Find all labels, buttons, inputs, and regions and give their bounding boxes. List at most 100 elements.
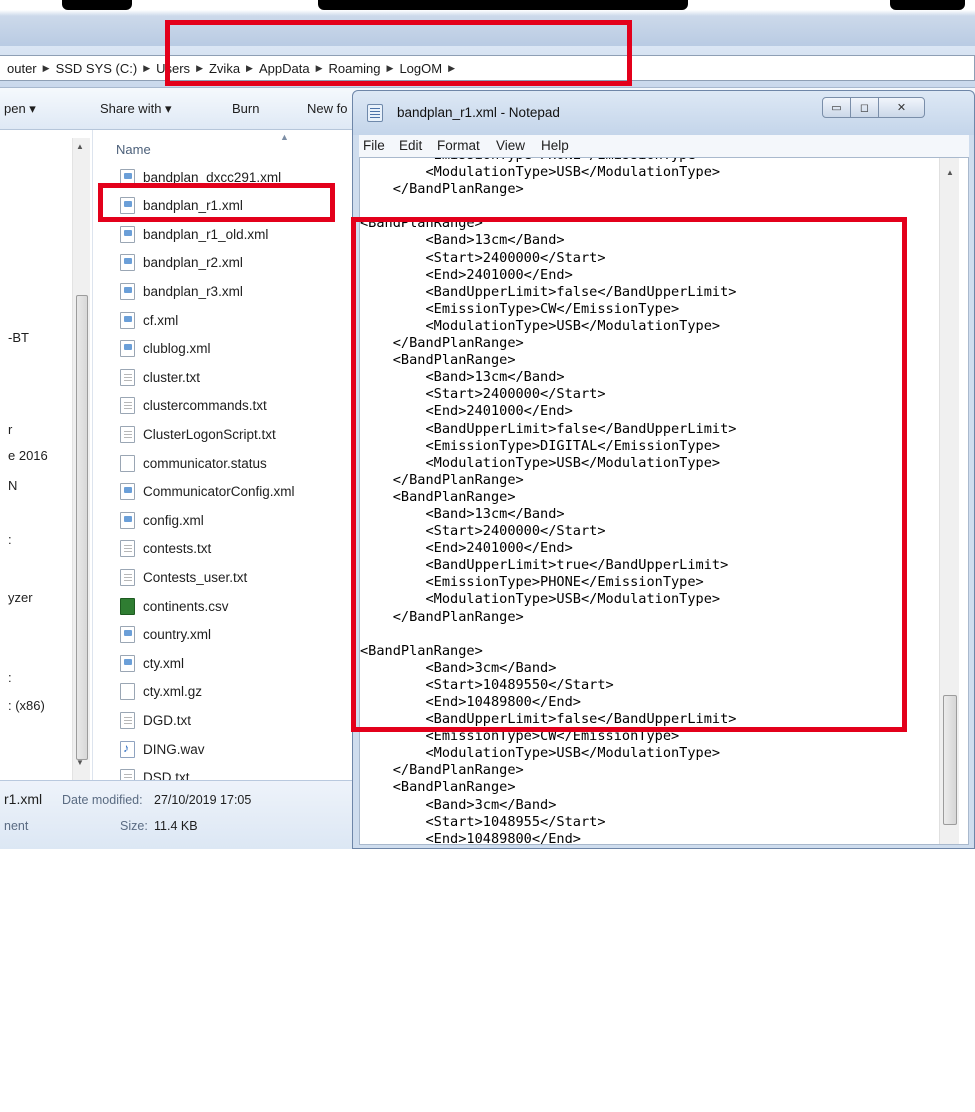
xml-line: </BandPlanRange>	[360, 608, 524, 625]
notepad-window: bandplan_r1.xml - Notepad ▭ ◻ ✕ File Edi…	[352, 90, 975, 849]
text-file-icon	[120, 568, 135, 586]
file-list: ▲ Name bandplan_dxcc291.xml bandplan_r1.x…	[94, 130, 360, 780]
nav-item[interactable]: e 2016	[8, 448, 48, 463]
date-modified-label: Date modified:	[62, 793, 143, 807]
burn-button[interactable]: Burn	[232, 101, 259, 116]
xml-content[interactable]: <EmissionType>PHONE</EmissionType> <Modu…	[360, 158, 938, 845]
xml-line: <ModulationType>USB</ModulationType>	[360, 317, 721, 334]
menu-view[interactable]: View	[496, 138, 525, 153]
breadcrumb-logom[interactable]: LogOM	[399, 61, 442, 76]
scroll-up-arrow-icon[interactable]: ▲	[946, 168, 954, 177]
file-list-item[interactable]: continents.csv	[120, 594, 356, 618]
window-title-band	[0, 0, 975, 46]
file-list-item[interactable]: bandplan_r2.xml	[120, 251, 356, 275]
file-name: cf.xml	[143, 312, 179, 328]
breadcrumb-appdata[interactable]: AppData	[259, 61, 310, 76]
file-name: DING.wav	[143, 741, 205, 757]
details-type-partial: nent	[4, 819, 29, 833]
xml-line: <BandUpperLimit>false</BandUpperLimit>	[360, 711, 737, 728]
sort-ascending-icon: ▲	[280, 132, 289, 142]
new-folder-button[interactable]: New fo	[307, 101, 347, 116]
breadcrumb[interactable]: outer ▶ SSD SYS (C:) ▶ Users ▶ Zvika ▶ A…	[0, 55, 975, 81]
file-list-item[interactable]: config.xml	[120, 508, 356, 532]
file-list-item[interactable]: Contests_user.txt	[120, 565, 356, 589]
xml-line: <Band>13cm</Band>	[360, 369, 565, 386]
xml-line: <BandPlanRange>	[360, 779, 516, 796]
breadcrumb-separator-icon[interactable]: ▶	[196, 63, 203, 74]
breadcrumb-roaming[interactable]: Roaming	[328, 61, 380, 76]
file-list-item[interactable]: bandplan_dxcc291.xml	[120, 165, 356, 189]
xml-line: <End>10489800</End>	[360, 830, 581, 845]
nav-scrollbar-thumb[interactable]	[76, 295, 88, 760]
menu-file[interactable]: File	[363, 138, 385, 153]
breadcrumb-computer[interactable]: outer	[7, 61, 37, 76]
file-list-item[interactable]: cty.xml	[120, 651, 356, 675]
menu-help[interactable]: Help	[541, 138, 569, 153]
file-list-item[interactable]: clublog.xml	[120, 337, 356, 361]
size-value: 11.4 KB	[154, 819, 198, 833]
breadcrumb-separator-icon[interactable]: ▶	[246, 63, 253, 74]
breadcrumb-users[interactable]: Users	[156, 61, 190, 76]
breadcrumb-separator-icon[interactable]: ▶	[387, 63, 394, 74]
close-button[interactable]: ✕	[878, 97, 925, 118]
generic-file-icon	[120, 683, 135, 701]
file-list-item[interactable]: bandplan_r1.xml	[120, 194, 356, 218]
nav-item[interactable]: : (x86)	[8, 698, 45, 713]
nav-item[interactable]: yzer	[8, 590, 33, 605]
xml-line: <Band>3cm</Band>	[360, 659, 557, 676]
xml-line: <Band>13cm</Band>	[360, 232, 565, 249]
breadcrumb-separator-icon[interactable]: ▶	[43, 63, 50, 74]
file-list-item[interactable]: cf.xml	[120, 308, 356, 332]
file-list-item[interactable]: bandplan_r3.xml	[120, 279, 356, 303]
open-button[interactable]: pen ▾	[4, 101, 36, 117]
xml-line: <Start>2400000</Start>	[360, 386, 606, 403]
share-with-button[interactable]: Share with ▾	[100, 101, 172, 117]
notepad-icon	[367, 104, 383, 122]
name-column-header[interactable]: Name	[116, 142, 151, 157]
text-file-icon	[120, 397, 135, 415]
file-list-item[interactable]: cluster.txt	[120, 365, 356, 389]
breadcrumb-separator-icon[interactable]: ▶	[448, 63, 455, 74]
file-list-item[interactable]: bandplan_r1_old.xml	[120, 222, 356, 246]
file-list-item[interactable]: communicator.status	[120, 451, 356, 475]
file-list-item[interactable]: CommunicatorConfig.xml	[120, 480, 356, 504]
nav-item[interactable]: :	[8, 532, 12, 547]
file-list-item[interactable]: DSD.txt	[120, 766, 356, 780]
xml-line: <EmissionType>PHONE</EmissionType>	[360, 158, 938, 164]
breadcrumb-drive[interactable]: SSD SYS (C:)	[56, 61, 138, 76]
file-list-item[interactable]: country.xml	[120, 623, 356, 647]
xml-line: <BandUpperLimit>false</BandUpperLimit>	[360, 420, 737, 437]
minimize-button[interactable]: ▭	[822, 97, 851, 118]
file-list-item[interactable]: contests.txt	[120, 537, 356, 561]
file-list-item[interactable]: cty.xml.gz	[120, 680, 356, 704]
breadcrumb-separator-icon[interactable]: ▶	[316, 63, 323, 74]
notepad-scrollbar-thumb[interactable]	[943, 695, 957, 825]
file-list-item[interactable]: ClusterLogonScript.txt	[120, 422, 356, 446]
maximize-button[interactable]: ◻	[850, 97, 879, 118]
xml-line: <Band>13cm</Band>	[360, 505, 565, 522]
notepad-scrollbar[interactable]: ▲	[939, 158, 959, 844]
nav-item[interactable]: r	[8, 422, 12, 437]
title-art-fragment	[318, 0, 688, 10]
xml-file-icon	[120, 511, 135, 529]
title-art-fragment	[62, 0, 132, 10]
menu-format[interactable]: Format	[437, 138, 480, 153]
notepad-title-bar[interactable]: bandplan_r1.xml - Notepad ▭ ◻ ✕	[353, 91, 974, 135]
file-list-item[interactable]: clustercommands.txt	[120, 394, 356, 418]
file-name: Contests_user.txt	[143, 569, 248, 585]
file-name: bandplan_r2.xml	[143, 255, 243, 271]
scroll-up-arrow-icon[interactable]: ▲	[76, 142, 84, 151]
xml-file-icon	[120, 168, 135, 186]
breadcrumb-zvika[interactable]: Zvika	[209, 61, 240, 76]
file-list-item[interactable]: DING.wav	[120, 737, 356, 761]
file-list-item[interactable]: DGD.txt	[120, 708, 356, 732]
menu-edit[interactable]: Edit	[399, 138, 422, 153]
breadcrumb-separator-icon[interactable]: ▶	[143, 63, 150, 74]
xml-line: <End>2401000</End>	[360, 540, 573, 557]
notepad-text-area[interactable]: <EmissionType>PHONE</EmissionType> <Modu…	[359, 157, 969, 845]
nav-item[interactable]: :	[8, 670, 12, 685]
nav-item[interactable]: -BT	[8, 330, 29, 345]
file-name: communicator.status	[143, 455, 267, 471]
xml-line: <ModulationType>USB</ModulationType>	[360, 164, 721, 181]
nav-item[interactable]: N	[8, 478, 17, 493]
